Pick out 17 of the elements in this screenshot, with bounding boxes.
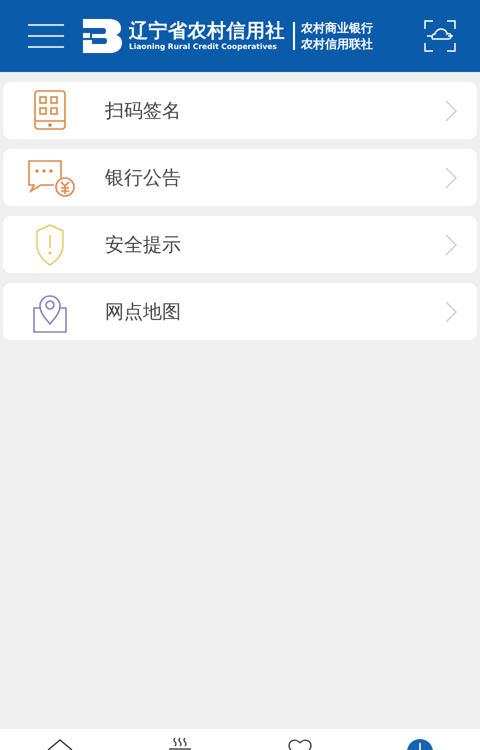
brand-name: 辽宁省农村信用社: [129, 20, 285, 42]
chevron-icon: [445, 100, 457, 122]
menu-row[interactable]: 银行公告: [3, 149, 477, 206]
scan-icon: [424, 20, 456, 52]
chevron-icon: [445, 166, 457, 188]
chevron-icon: [445, 234, 457, 256]
menu-icon: [28, 23, 64, 49]
bank-type-text: 农村商业银行: [301, 20, 373, 36]
heart-icon: [288, 739, 312, 750]
bank-type-text: 农村信用联社: [301, 36, 373, 52]
menu-row[interactable]: 安全提示: [3, 216, 477, 273]
chevron-icon: [445, 300, 457, 322]
menu-row[interactable]: 网点地图: [3, 283, 477, 340]
menu-button[interactable]: [28, 23, 64, 49]
menu-row[interactable]: 扫码签名: [3, 82, 477, 139]
logo-icon: [83, 19, 123, 53]
scan-button[interactable]: [424, 20, 456, 52]
